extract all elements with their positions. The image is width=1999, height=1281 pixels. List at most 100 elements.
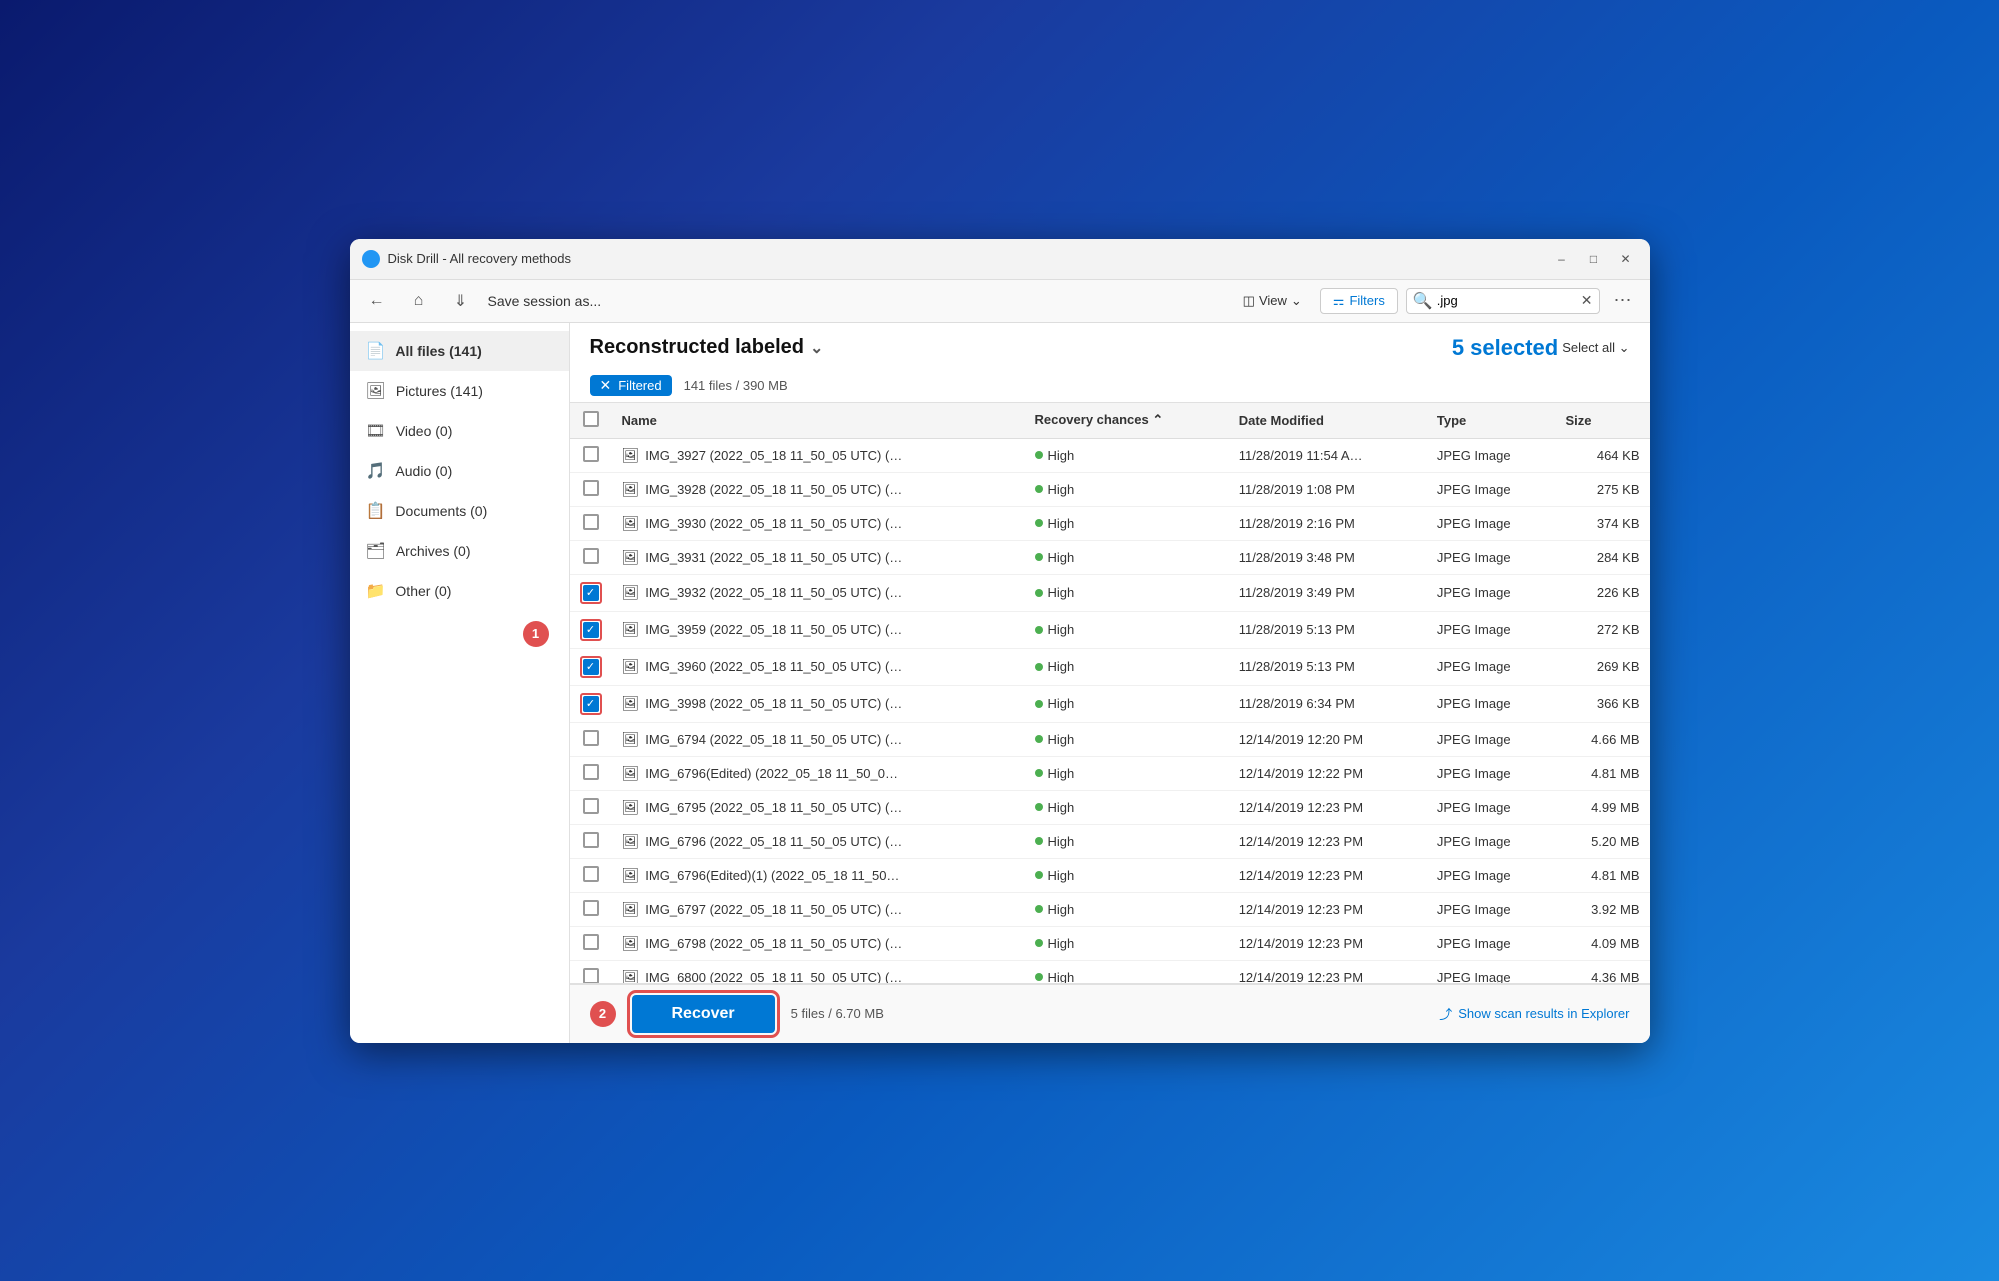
recovery-chances: High xyxy=(1025,858,1229,892)
recovery-dot: High xyxy=(1035,659,1075,674)
file-checkbox[interactable] xyxy=(583,798,599,814)
search-input[interactable] xyxy=(1437,293,1577,308)
sidebar-archives-label: Archives (0) xyxy=(396,543,471,559)
row-checkbox-cell[interactable] xyxy=(570,892,612,926)
file-checkbox[interactable] xyxy=(583,446,599,462)
file-size: 284 KB xyxy=(1556,540,1650,574)
sidebar-item-audio[interactable]: 🎵 Audio (0) xyxy=(350,451,569,491)
green-dot-icon xyxy=(1035,700,1043,708)
green-dot-icon xyxy=(1035,626,1043,634)
file-checkbox[interactable] xyxy=(583,622,599,638)
file-checkbox[interactable] xyxy=(583,900,599,916)
file-icon: 🖼 xyxy=(622,731,640,747)
file-checkbox[interactable] xyxy=(583,968,599,983)
file-checkbox[interactable] xyxy=(583,480,599,496)
sidebar-item-other[interactable]: 📁 Other (0) xyxy=(350,571,569,611)
file-checkbox[interactable] xyxy=(583,866,599,882)
green-dot-icon xyxy=(1035,803,1043,811)
file-checkbox[interactable] xyxy=(583,548,599,564)
show-in-explorer-button[interactable]: ⤴ Show scan results in Explorer xyxy=(1439,1004,1629,1023)
column-recovery[interactable]: Recovery chances ⌃ xyxy=(1025,403,1229,439)
view-icon: ◫ xyxy=(1243,293,1255,309)
green-dot-icon xyxy=(1035,871,1043,879)
download-button[interactable]: ⇓ xyxy=(446,286,476,316)
filter-row: ✕ Filtered 141 files / 390 MB xyxy=(590,369,1630,402)
file-type: JPEG Image xyxy=(1427,438,1556,472)
file-icon: 🖼 xyxy=(622,867,640,883)
row-checkbox-cell[interactable] xyxy=(570,611,612,648)
view-button[interactable]: ◫ View ⌄ xyxy=(1233,289,1312,313)
file-checkbox[interactable] xyxy=(583,514,599,530)
file-checkbox[interactable] xyxy=(583,730,599,746)
file-type: JPEG Image xyxy=(1427,506,1556,540)
file-name: 🖼IMG_6795 (2022_05_18 11_50_05 UTC) (… xyxy=(612,790,1025,824)
file-table: Name Recovery chances ⌃ Date Modified Ty… xyxy=(570,403,1650,983)
row-checkbox-cell[interactable] xyxy=(570,648,612,685)
file-checkbox[interactable] xyxy=(583,832,599,848)
header-checkbox-cell[interactable] xyxy=(570,403,612,439)
pictures-icon: 🖼 xyxy=(366,381,386,401)
filter-tag-label: Filtered xyxy=(618,378,661,393)
row-checkbox-cell[interactable] xyxy=(570,824,612,858)
file-table-container[interactable]: Name Recovery chances ⌃ Date Modified Ty… xyxy=(570,403,1650,983)
recovery-chances: High xyxy=(1025,926,1229,960)
row-checkbox-cell[interactable] xyxy=(570,722,612,756)
recover-button[interactable]: Recover xyxy=(632,995,775,1033)
minimize-button[interactable]: – xyxy=(1550,247,1574,271)
date-modified: 12/14/2019 12:23 PM xyxy=(1229,858,1427,892)
sidebar: 📄 All files (141) 🖼 Pictures (141) 🎞 Vid… xyxy=(350,323,570,1043)
file-checkbox[interactable] xyxy=(583,696,599,712)
recovery-chances: High xyxy=(1025,722,1229,756)
filters-button[interactable]: ⚎ Filters xyxy=(1320,288,1398,314)
row-checkbox-cell[interactable] xyxy=(570,506,612,540)
file-checkbox[interactable] xyxy=(583,659,599,675)
select-all-button[interactable]: Select all ⌄ xyxy=(1562,340,1629,356)
file-icon: 🖼 xyxy=(622,481,640,497)
recovery-chances: High xyxy=(1025,648,1229,685)
file-size: 4.36 MB xyxy=(1556,960,1650,983)
sidebar-item-video[interactable]: 🎞 Video (0) xyxy=(350,411,569,451)
green-dot-icon xyxy=(1035,973,1043,981)
filter-remove-icon[interactable]: ✕ xyxy=(600,377,612,394)
recovery-dot: High xyxy=(1035,902,1075,917)
select-all-area: 5 selected Select all ⌄ xyxy=(1452,335,1630,361)
sidebar-item-archives[interactable]: 🗂 Archives (0) xyxy=(350,531,569,571)
select-all-checkbox[interactable] xyxy=(583,411,599,427)
row-checkbox-cell[interactable] xyxy=(570,438,612,472)
file-size: 4.99 MB xyxy=(1556,790,1650,824)
save-session-button[interactable]: Save session as... xyxy=(488,293,602,309)
row-checkbox-cell[interactable] xyxy=(570,858,612,892)
sidebar-item-all-files[interactable]: 📄 All files (141) xyxy=(350,331,569,371)
maximize-button[interactable]: □ xyxy=(1582,247,1606,271)
archives-icon: 🗂 xyxy=(366,541,386,561)
sidebar-audio-label: Audio (0) xyxy=(395,463,452,479)
close-button[interactable]: ✕ xyxy=(1614,247,1638,271)
home-button[interactable]: ⌂ xyxy=(404,286,434,316)
annotation-badge-2: 2 xyxy=(590,1001,616,1027)
back-button[interactable]: ← xyxy=(362,286,392,316)
row-checkbox-cell[interactable] xyxy=(570,685,612,722)
file-checkbox[interactable] xyxy=(583,585,599,601)
row-checkbox-cell[interactable] xyxy=(570,540,612,574)
filter-tag[interactable]: ✕ Filtered xyxy=(590,375,672,396)
folder-chevron-icon[interactable]: ⌄ xyxy=(810,338,823,358)
sidebar-item-documents[interactable]: 📋 Documents (0) xyxy=(350,491,569,531)
more-options-button[interactable]: ⋯ xyxy=(1608,286,1638,316)
file-icon: 🖼 xyxy=(622,621,640,637)
row-checkbox-cell[interactable] xyxy=(570,960,612,983)
table-row: 🖼IMG_3960 (2022_05_18 11_50_05 UTC) (… H… xyxy=(570,648,1650,685)
green-dot-icon xyxy=(1035,589,1043,597)
date-modified: 12/14/2019 12:23 PM xyxy=(1229,892,1427,926)
row-checkbox-cell[interactable] xyxy=(570,472,612,506)
search-clear-button[interactable]: ✕ xyxy=(1581,292,1593,309)
row-checkbox-cell[interactable] xyxy=(570,756,612,790)
file-checkbox[interactable] xyxy=(583,934,599,950)
file-checkbox[interactable] xyxy=(583,764,599,780)
row-checkbox-cell[interactable] xyxy=(570,790,612,824)
file-icon: 🖼 xyxy=(622,969,640,983)
file-type: JPEG Image xyxy=(1427,540,1556,574)
sidebar-item-pictures[interactable]: 🖼 Pictures (141) xyxy=(350,371,569,411)
window-title: Disk Drill - All recovery methods xyxy=(388,251,1542,266)
row-checkbox-cell[interactable] xyxy=(570,926,612,960)
row-checkbox-cell[interactable] xyxy=(570,574,612,611)
